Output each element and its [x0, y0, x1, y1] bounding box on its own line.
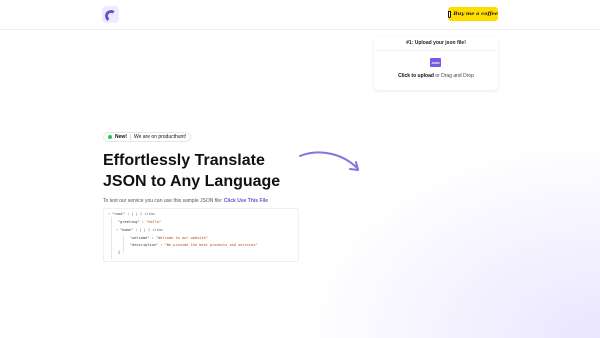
json-key: "root": [112, 212, 125, 216]
json-value: "Welcome to our website": [155, 236, 208, 240]
upload-instructions: Click to upload or Drag and Drop: [374, 73, 498, 79]
json-row-greeting[interactable]: "greeting" : "Hello": [118, 219, 161, 225]
json-meta: { } 2 items: [131, 212, 156, 216]
json-meta: { } 2 items: [139, 228, 164, 232]
app-logo-icon[interactable]: [102, 6, 119, 23]
badge-divider: [129, 134, 131, 140]
json-key: "home": [120, 228, 133, 232]
buy-me-a-coffee-button[interactable]: Buy me a coffee: [448, 7, 498, 21]
json-key: "description": [130, 243, 159, 247]
json-row-home[interactable]: ▾ "home" : { } 2 items: [116, 227, 163, 233]
curved-arrow-icon: [299, 151, 359, 171]
badge-text: We are on producthunt!: [133, 134, 187, 140]
tree-guide-line: [111, 217, 112, 259]
producthunt-badge[interactable]: New! We are on producthunt!: [103, 132, 192, 142]
use-sample-file-link[interactable]: Click Use This File: [224, 198, 268, 204]
status-dot-icon: [108, 135, 112, 139]
json-row-root[interactable]: ▾ "root" : { } 2 items: [108, 211, 155, 217]
json-row-description[interactable]: "description" : "We provide the best pro…: [130, 242, 258, 248]
json-row-welcome[interactable]: "welcome" : "Welcome to our website": [130, 235, 208, 241]
json-close-brace: }: [118, 250, 121, 254]
sample-file-text: To test our service you can use this sam…: [103, 198, 268, 204]
coffee-cup-icon: [448, 10, 452, 18]
json-preview-tree[interactable]: ▾ "root" : { } 2 items "greeting" : "Hell…: [103, 208, 299, 262]
json-value: "We provide the best products and servic…: [164, 243, 258, 247]
upload-title: #1: Upload your json file!: [374, 40, 498, 51]
top-navbar: Buy me a coffee: [0, 0, 600, 30]
tree-guide-line: [123, 235, 124, 253]
json-key: "greeting": [118, 220, 140, 224]
upload-card[interactable]: #1: Upload your json file! JSON Click to…: [374, 36, 498, 90]
json-key: "welcome": [130, 236, 150, 240]
drag-drop-text: or Drag and Drop: [433, 73, 474, 79]
click-to-upload-link[interactable]: Click to upload: [398, 73, 434, 79]
sample-description: To test our service you can use this sam…: [103, 198, 224, 204]
coffee-button-label: Buy me a coffee: [453, 11, 498, 17]
json-file-icon: JSON: [430, 58, 441, 67]
badge-new-label: New!: [115, 134, 127, 140]
json-value: "Hello": [146, 220, 162, 224]
